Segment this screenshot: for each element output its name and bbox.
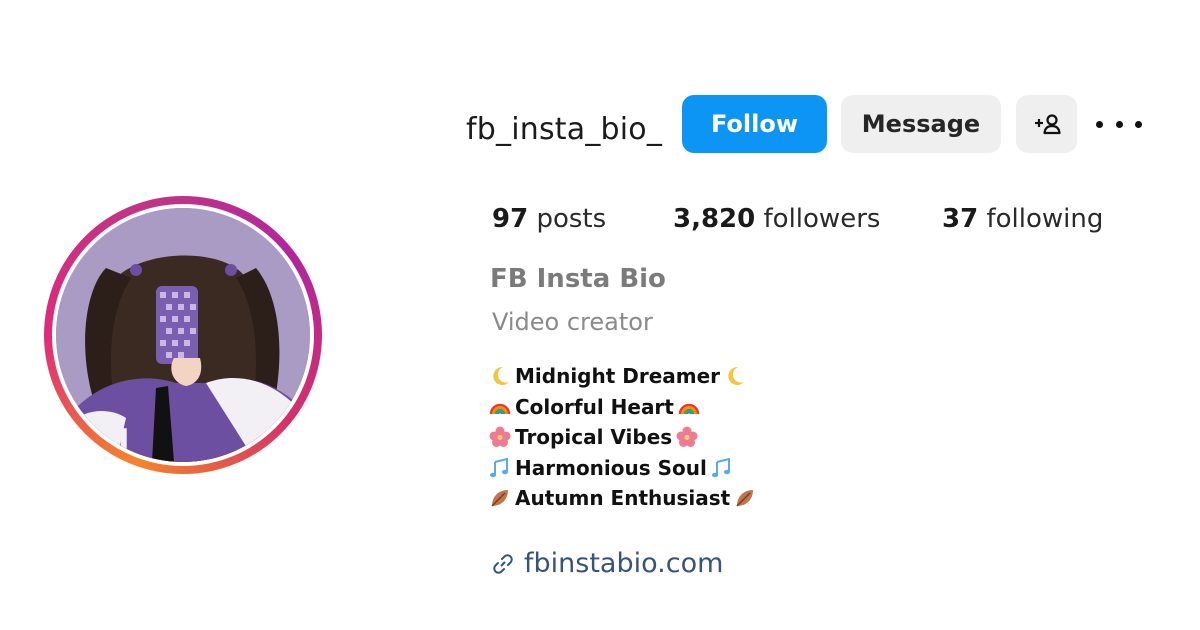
following-stat[interactable]: 37 following <box>942 204 1103 234</box>
bio-text: Harmonious Soul <box>515 455 707 480</box>
bio-text: Midnight Dreamer <box>515 364 721 388</box>
avatar-illustration: M T <box>56 208 310 462</box>
posts-count: 97 <box>492 204 529 234</box>
bio-line: Midnight Dreamer <box>489 361 756 392</box>
fallen-leaf-icon <box>491 490 508 507</box>
musical-notes-icon <box>490 457 508 478</box>
bio-text: Tropical Vibes <box>515 425 673 449</box>
profile-bio: Midnight Dreamer Colorful Heart Tropical… <box>489 361 756 514</box>
followers-count: 3,820 <box>673 204 756 234</box>
dot <box>1135 120 1142 128</box>
posts-label: posts <box>536 204 607 234</box>
website-text: fbinstabio.com <box>524 548 724 579</box>
svg-text:M: M <box>96 422 130 462</box>
bio-text: Colorful Heart <box>515 394 674 419</box>
svg-text:T: T <box>196 427 220 462</box>
bio-line: Tropical Vibes <box>489 422 756 453</box>
avatar-image: M T <box>56 208 310 462</box>
hibiscus-icon <box>489 426 511 448</box>
suggest-user-button[interactable] <box>1016 95 1077 153</box>
rainbow-icon <box>678 403 700 415</box>
musical-notes-icon <box>711 457 730 478</box>
following-label: following <box>986 204 1104 234</box>
profile-username: fb_insta_bio_ <box>466 112 663 147</box>
followers-stat[interactable]: 3,820 followers <box>673 204 880 234</box>
more-options-icon[interactable] <box>1096 110 1142 138</box>
dot <box>1096 120 1103 128</box>
bio-text: Autumn Enthusiast <box>515 486 731 510</box>
profile-website-link[interactable]: fbinstabio.com <box>492 548 723 579</box>
profile-avatar[interactable]: M T <box>44 196 322 474</box>
follow-button[interactable]: Follow <box>682 95 827 153</box>
fallen-leaf-icon <box>736 490 754 507</box>
profile-display-name: FB Insta Bio <box>490 264 666 294</box>
bio-line: Colorful Heart <box>489 392 756 423</box>
profile-category: Video creator <box>492 308 653 336</box>
person-plus-icon <box>1034 114 1061 135</box>
following-count: 37 <box>942 204 979 234</box>
posts-stat: 97 posts <box>492 204 606 234</box>
hibiscus-icon <box>676 426 698 448</box>
dot <box>1115 120 1123 128</box>
bio-line: Harmonious Soul <box>489 453 756 484</box>
link-icon <box>493 553 513 574</box>
crescent-moon-icon <box>493 367 509 386</box>
avatar-frame: M T <box>52 204 314 466</box>
bio-line: Autumn Enthusiast <box>489 483 756 514</box>
followers-label: followers <box>763 204 881 234</box>
rainbow-icon <box>489 403 511 415</box>
crescent-moon-icon <box>728 367 745 386</box>
message-button[interactable]: Message <box>841 95 1001 153</box>
